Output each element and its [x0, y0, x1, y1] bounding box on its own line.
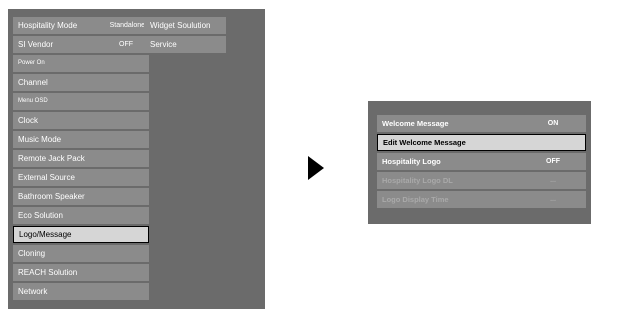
menu-item-value: OFF — [119, 41, 133, 48]
menu-item-hospitality-logo[interactable]: Hospitality Logo OFF — [377, 153, 586, 170]
menu-item-value: OFF — [546, 158, 560, 165]
menu-item-edit-welcome-message[interactable]: Edit Welcome Message — [377, 134, 586, 151]
menu-item-label: Remote Jack Pack — [18, 154, 85, 163]
menu-item-label: Eco Solution — [18, 211, 63, 220]
logo-message-menu: Welcome Message ON Edit Welcome Message … — [377, 115, 586, 210]
menu-item-label: Hospitality Mode — [18, 21, 78, 30]
menu-item-clock[interactable]: Clock — [13, 112, 149, 129]
menu-item-label: Power On — [18, 60, 45, 66]
menu-item-hospitality-logo-dl: Hospitality Logo DL ... — [377, 172, 586, 189]
menu-item-value: ON — [547, 120, 559, 127]
menu-item-cloning[interactable]: Cloning — [13, 245, 149, 262]
menu-item-label: SI Vendor — [18, 40, 54, 49]
menu-item-label: Edit Welcome Message — [383, 138, 466, 147]
menu-item-eco-solution[interactable]: Eco Solution — [13, 207, 149, 224]
menu-item-welcome-message[interactable]: Welcome Message ON — [377, 115, 586, 132]
menu-item-network[interactable]: Network — [13, 283, 149, 300]
menu-item-logo-message[interactable]: Logo/Message — [13, 226, 149, 243]
main-menu: Hospitality Mode Standalone SI Vendor OF… — [13, 17, 149, 302]
submenu: Widget Soulution Service — [144, 17, 226, 55]
menu-item-label: Logo Display Time — [382, 195, 449, 204]
menu-item-label: Menu OSD — [18, 98, 48, 104]
menu-item-bathroom-speaker[interactable]: Bathroom Speaker — [13, 188, 149, 205]
menu-item-power-on[interactable]: Power On — [13, 55, 149, 72]
menu-item-label: Welcome Message — [382, 119, 449, 128]
submenu-item-service[interactable]: Service — [144, 36, 226, 53]
menu-item-logo-display-time: Logo Display Time ... — [377, 191, 586, 208]
menu-item-label: Music Mode — [18, 135, 62, 144]
menu-item-label: External Source — [18, 173, 75, 182]
menu-item-hospitality-mode[interactable]: Hospitality Mode Standalone — [13, 17, 149, 34]
menu-item-reach-solution[interactable]: REACH Solution — [13, 264, 149, 281]
menu-item-si-vendor[interactable]: SI Vendor OFF — [13, 36, 149, 53]
right-triangle-icon — [308, 156, 324, 180]
menu-item-value: ... — [550, 196, 556, 203]
menu-item-value: Standalone — [109, 22, 145, 29]
logo-message-panel: Welcome Message ON Edit Welcome Message … — [368, 101, 591, 224]
menu-item-label: Channel — [18, 78, 48, 87]
hospitality-settings-panel: Hospitality Mode Standalone SI Vendor OF… — [8, 9, 265, 309]
menu-item-remote-jack-pack[interactable]: Remote Jack Pack — [13, 150, 149, 167]
menu-item-value: ... — [550, 177, 556, 184]
menu-item-label: Hospitality Logo — [382, 157, 441, 166]
menu-item-external-source[interactable]: External Source — [13, 169, 149, 186]
menu-item-label: Hospitality Logo DL — [382, 176, 453, 185]
submenu-item-widget-solution[interactable]: Widget Soulution — [144, 17, 226, 34]
menu-item-channel[interactable]: Channel — [13, 74, 149, 91]
menu-item-label: Network — [18, 287, 48, 296]
menu-item-label: Bathroom Speaker — [18, 192, 85, 201]
menu-item-label: Logo/Message — [19, 230, 72, 239]
menu-item-label: Cloning — [18, 249, 46, 258]
menu-item-label: REACH Solution — [18, 268, 78, 277]
menu-item-music-mode[interactable]: Music Mode — [13, 131, 149, 148]
menu-item-label: Clock — [18, 116, 39, 125]
menu-item-menu-osd[interactable]: Menu OSD — [13, 93, 149, 110]
